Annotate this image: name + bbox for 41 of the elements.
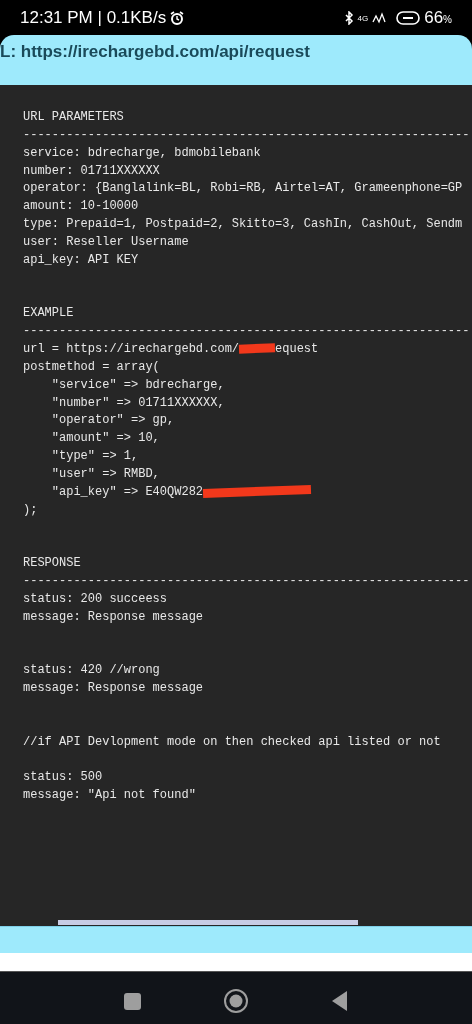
code-line: message: "Api not found": [23, 787, 197, 805]
url-text: L: https://irechargebd.com/api/request: [0, 41, 311, 63]
code-line: "amount" => 10,: [50, 430, 161, 448]
code-line: URL PARAMETERS: [23, 109, 125, 126]
battery-level: 66%: [424, 6, 452, 29]
code-line: "type" => 1,: [50, 448, 140, 466]
code-line: "number" => 01711XXXXXX,: [50, 394, 226, 412]
signal-icon: [372, 11, 387, 24]
code-line: status: 500: [23, 769, 104, 787]
code-line: message: Response message: [23, 608, 205, 626]
code-line: RESPONSE: [23, 555, 82, 573]
code-line: EXAMPLE: [23, 305, 75, 323]
code-line: api_key: API KEY: [23, 251, 140, 269]
dashed-rule: --------------------------------------------------------------: [23, 323, 471, 341]
code-line: type: Prepaid=1, Postpaid=2, Skitto=3, CashIn, CashOut, Sendm: [23, 216, 464, 234]
code-text: equest: [275, 341, 319, 356]
code-line: message: Response message: [23, 680, 205, 697]
dashed-rule: --------------------------------------------------------------: [23, 126, 471, 144]
code-line: "operator" => gp,: [50, 412, 176, 430]
redaction-mark: [238, 343, 276, 354]
code-text: "api_key" => E40QW282: [50, 484, 204, 499]
bluetooth-icon: [344, 10, 354, 25]
code-line: user: Reseller Username: [23, 233, 190, 251]
code-line: status: 420 //wrong: [23, 662, 161, 680]
code-line: status: 200 succeess: [23, 590, 169, 608]
code-line: "service" => bdrecharge,: [50, 376, 226, 394]
alarm-icon: [170, 10, 185, 25]
code-text: url = https://irechargebd.com/: [23, 341, 240, 356]
code-line: amount: 10-10000: [23, 198, 140, 216]
code-line: service: bdrecharge, bdmobilebank: [23, 144, 262, 162]
code-line: number: 01711XXXXXX: [23, 162, 161, 180]
code-line: );: [23, 501, 39, 519]
home-icon[interactable]: [223, 987, 249, 1014]
code-line: postmethod = array(: [23, 358, 161, 376]
code-line: "user" => RMBD,: [50, 465, 161, 483]
network-label: 4G: [357, 12, 369, 25]
status-time: 12:31 PM | 0.1KB/s: [20, 6, 167, 29]
dashed-rule: --------------------------------------------------------------: [23, 572, 471, 590]
battery-icon: [396, 10, 421, 25]
code-line: operator: {Banglalink=BL, Robi=RB, Airtel=AT, Grameenphone=GP: [23, 180, 464, 198]
code-line: //if API Devlopment mode on then checked api listed or not: [23, 733, 442, 751]
